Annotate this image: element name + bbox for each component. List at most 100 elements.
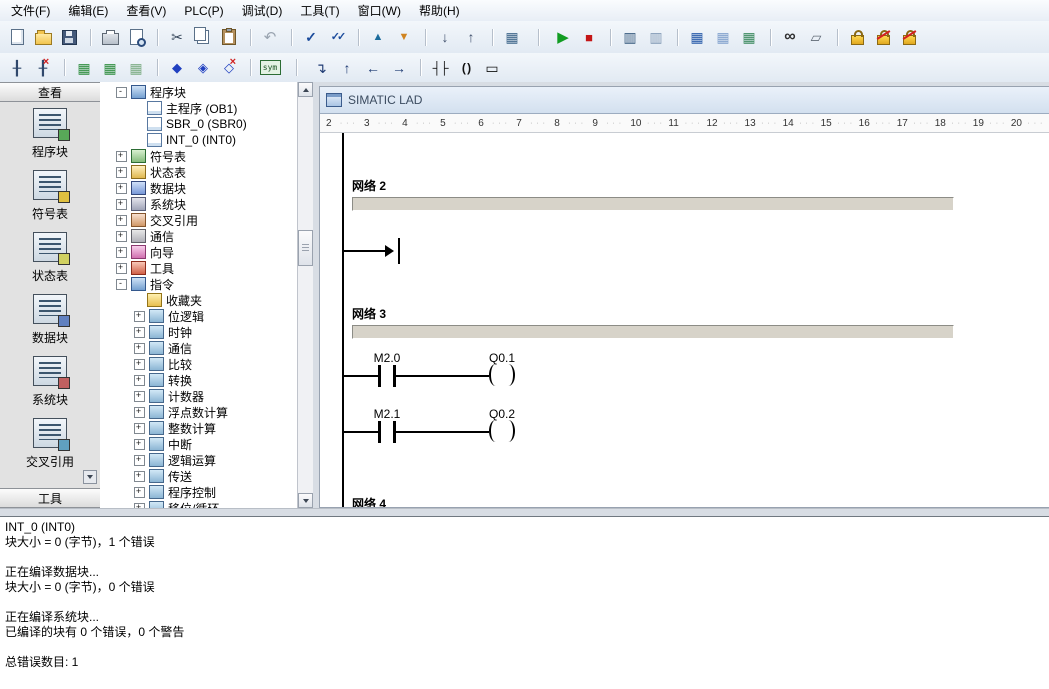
view-symbol-table[interactable]: 符号表: [0, 170, 100, 226]
tree-expander[interactable]: [134, 104, 143, 113]
menu-tools[interactable]: 工具(T): [291, 0, 348, 21]
undo-button[interactable]: [258, 26, 282, 49]
tree-expander[interactable]: [134, 455, 145, 466]
tree-item-convert[interactable]: 转换: [100, 372, 298, 388]
program-monitor-button[interactable]: [618, 26, 642, 49]
tree-expander[interactable]: [116, 151, 127, 162]
line-up-button[interactable]: [335, 56, 359, 79]
tree-item-communication[interactable]: 通信: [100, 228, 298, 244]
menu-help[interactable]: 帮助(H): [410, 0, 469, 21]
pause-monitor-button[interactable]: [644, 26, 668, 49]
compile-all-button[interactable]: [325, 26, 349, 49]
tree-expander[interactable]: [134, 120, 143, 129]
menu-plc[interactable]: PLC(P): [175, 0, 232, 21]
delete-network-button[interactable]: [31, 56, 55, 79]
compile-button[interactable]: [299, 26, 323, 49]
tree-item-bit-logic[interactable]: 位逻辑: [100, 308, 298, 324]
tree-expander[interactable]: [134, 327, 145, 338]
tree-item-comm[interactable]: 通信: [100, 340, 298, 356]
sort-descending-button[interactable]: [459, 26, 483, 49]
tree-item-program-control[interactable]: 程序控制: [100, 484, 298, 500]
view-program-block[interactable]: 程序块: [0, 108, 100, 164]
contact-operand[interactable]: M2.0: [357, 351, 417, 365]
pause-chart-button[interactable]: [711, 26, 735, 49]
tree-expander[interactable]: [134, 439, 145, 450]
run-button[interactable]: [551, 26, 575, 49]
insert-coil-button[interactable]: [454, 56, 478, 79]
single-read-button[interactable]: [737, 26, 761, 49]
ladder-canvas[interactable]: 网络 2 网络 3 M2.0 Q0.1: [320, 133, 1049, 507]
view-status-chart[interactable]: 状态表: [0, 232, 100, 288]
tree-item-integer-math[interactable]: 整数计算: [100, 420, 298, 436]
tree-expander[interactable]: [116, 87, 127, 98]
new-button[interactable]: [5, 26, 29, 49]
coil-Q0.2[interactable]: [489, 420, 515, 444]
tree-item-sbr0[interactable]: SBR_0 (SBR0): [100, 116, 298, 132]
upload-button[interactable]: [366, 26, 390, 49]
view-cross-reference[interactable]: 交叉引用: [0, 418, 100, 474]
tree-item-clock[interactable]: 时钟: [100, 324, 298, 340]
coil-Q0.1[interactable]: [489, 364, 515, 388]
contact-operand[interactable]: M2.1: [357, 407, 417, 421]
insert-network-button[interactable]: [5, 56, 29, 79]
tree-item-compare[interactable]: 比较: [100, 356, 298, 372]
tree-expander[interactable]: [116, 167, 127, 178]
paste-button[interactable]: [217, 26, 241, 49]
tools-bar-header[interactable]: 工具: [0, 488, 100, 508]
view-system-block[interactable]: 系统块: [0, 356, 100, 412]
open-button[interactable]: [31, 26, 55, 49]
tree-expander[interactable]: [134, 343, 145, 354]
tree-expander[interactable]: [116, 247, 127, 258]
line-down-button[interactable]: [309, 56, 333, 79]
download-button[interactable]: [392, 26, 416, 49]
apply-symbols-button[interactable]: [124, 56, 148, 79]
network-2-comment[interactable]: [352, 197, 954, 211]
copy-button[interactable]: [191, 26, 215, 49]
next-bookmark-button[interactable]: [191, 56, 215, 79]
tree-expander[interactable]: [134, 487, 145, 498]
tree-item-symbol-table[interactable]: 符号表: [100, 148, 298, 164]
menu-file[interactable]: 文件(F): [2, 0, 59, 21]
tree-expander[interactable]: [116, 199, 127, 210]
network-2-label[interactable]: 网络 2: [352, 177, 386, 194]
tree-scrollbar[interactable]: [297, 82, 313, 508]
tree-expander[interactable]: [134, 359, 145, 370]
insert-box-button[interactable]: [480, 56, 504, 79]
line-left-button[interactable]: [361, 56, 385, 79]
symbol-info-button[interactable]: [98, 56, 122, 79]
cut-button[interactable]: [165, 26, 189, 49]
unforce-button[interactable]: [871, 26, 895, 49]
tree-item-int0[interactable]: INT_0 (INT0): [100, 132, 298, 148]
view-bar-scroll-down-button[interactable]: [83, 470, 97, 484]
save-button[interactable]: [57, 26, 81, 49]
scroll-down-button[interactable]: [298, 493, 313, 508]
editor-title-bar[interactable]: SIMATIC LAD: [320, 87, 1049, 114]
tree-item-cross-reference[interactable]: 交叉引用: [100, 212, 298, 228]
tree-expander[interactable]: [134, 296, 143, 305]
tree-expander[interactable]: [134, 423, 145, 434]
unforce-all-button[interactable]: [897, 26, 921, 49]
output-window[interactable]: INT_0 (INT0) 块大小 = 0 (字节)，1 个错误 正在编译数据块.…: [0, 516, 1049, 689]
line-right-button[interactable]: [387, 56, 411, 79]
tree-item-wizard[interactable]: 向导: [100, 244, 298, 260]
contact-M2.1[interactable]: [378, 421, 396, 443]
tree-expander[interactable]: [116, 231, 127, 242]
tree-expander[interactable]: [116, 263, 127, 274]
chart-monitor-button[interactable]: [685, 26, 709, 49]
menu-edit[interactable]: 编辑(E): [59, 0, 117, 21]
menu-view[interactable]: 查看(V): [117, 0, 175, 21]
tree-item-favorites[interactable]: 收藏夹: [100, 292, 298, 308]
tree-item-move[interactable]: 传送: [100, 468, 298, 484]
tree-expander[interactable]: [134, 471, 145, 482]
menu-window[interactable]: 窗口(W): [349, 0, 410, 21]
coil-operand[interactable]: Q0.1: [472, 351, 532, 365]
tree-item-logic[interactable]: 逻辑运算: [100, 452, 298, 468]
tree-item-float-math[interactable]: 浮点数计算: [100, 404, 298, 420]
print-button[interactable]: [98, 26, 122, 49]
tree-expander[interactable]: [134, 407, 145, 418]
tree-item-main-program[interactable]: 主程序 (OB1): [100, 100, 298, 116]
tree-expander[interactable]: [134, 391, 145, 402]
tree-item-tools[interactable]: 工具: [100, 260, 298, 276]
tree-item-counters[interactable]: 计数器: [100, 388, 298, 404]
print-preview-button[interactable]: [124, 26, 148, 49]
